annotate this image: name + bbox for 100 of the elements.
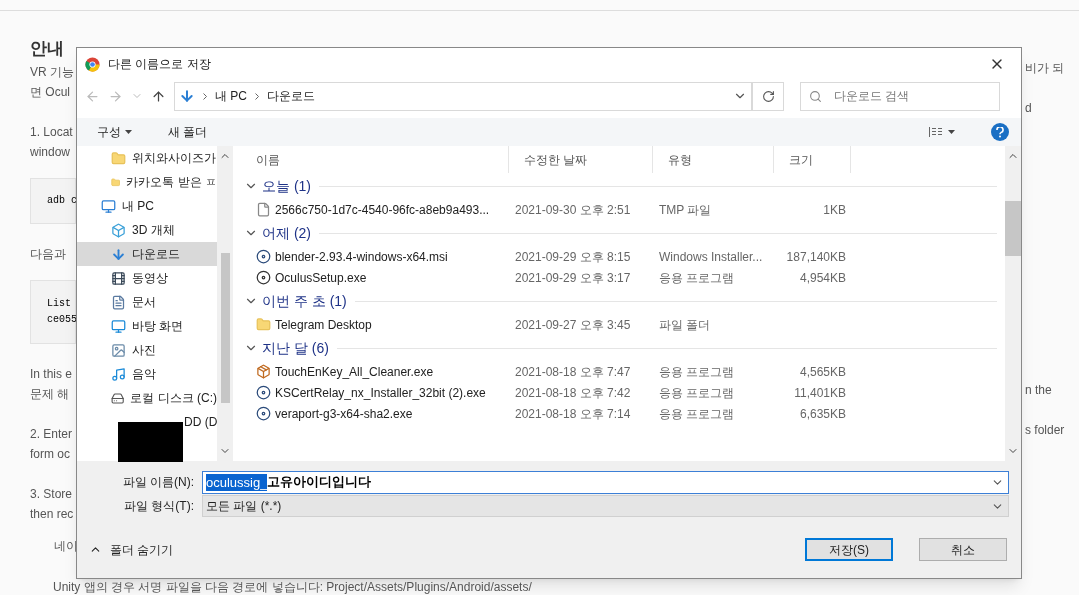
code-block: adb c	[30, 177, 76, 224]
address-bar[interactable]: 내 PC 다운로드	[174, 81, 752, 111]
chevron-right-icon	[203, 92, 207, 100]
page-text: n the	[1025, 382, 1053, 399]
column-header[interactable]: 이름	[241, 146, 509, 173]
file-icon	[256, 202, 271, 217]
file-size: 4,565KB	[798, 363, 847, 381]
page-text: 문제 해	[30, 385, 71, 403]
page-heading: 안내	[30, 38, 65, 60]
file-type: 응용 프로그램	[658, 405, 736, 423]
new-folder-button[interactable]: 새 폴더	[168, 123, 208, 141]
filetype-dropdown[interactable]: 모든 파일 (*.*)	[202, 495, 1009, 517]
question-mark-icon	[996, 126, 1004, 138]
column-header[interactable]: 크기	[774, 146, 851, 173]
page-text: In this e	[30, 365, 74, 383]
nav-item[interactable]: 내 PC	[77, 194, 217, 218]
nav-item[interactable]: 다운로드	[77, 242, 217, 266]
file-date: 2021-09-30 오후 2:51	[514, 201, 632, 219]
search-field[interactable]: 다운로드 검색	[800, 81, 1000, 111]
file-name[interactable]: OculusSetup.exe	[275, 268, 367, 287]
details-view-icon	[928, 126, 944, 138]
file-name[interactable]: TouchEnKey_All_Cleaner.exe	[275, 362, 434, 381]
picture-icon	[111, 342, 126, 358]
file-name[interactable]: 2566c750-1d7c-4540-96fc-a8eb9a493...	[275, 200, 490, 219]
redaction-block	[118, 422, 183, 462]
group-header: 지난 달 (6)	[262, 338, 329, 358]
file-date: 2021-09-29 오후 8:15	[514, 248, 632, 266]
page-text: window	[30, 143, 72, 161]
browser-logo-icon	[85, 56, 100, 72]
file-size: 4,954KB	[798, 269, 847, 287]
file-type: TMP 파일	[658, 201, 713, 219]
page-text: s folder	[1025, 422, 1066, 439]
file-date: 2021-08-18 오후 7:47	[514, 363, 632, 381]
scrollbar-thumb[interactable]	[220, 252, 230, 403]
installer-icon	[256, 406, 271, 421]
page-text: 다음과	[30, 245, 67, 263]
file-name[interactable]: Telegram Desktop	[275, 315, 372, 334]
file-type: 응용 프로그램	[658, 384, 736, 402]
scrollbar-thumb[interactable]	[1005, 201, 1021, 256]
page-text: Unity 앱의 경우 서명 파일을 다음 경로에 넣습니다: Project/Assets/Plugins/Android/assets/	[53, 579, 532, 595]
nav-item[interactable]: 사진	[77, 338, 217, 362]
caret-icon	[948, 130, 955, 134]
nav-item[interactable]: 동영상	[77, 266, 217, 290]
file-type: 응용 프로그램	[658, 269, 736, 287]
caret-icon	[125, 130, 132, 134]
help-button[interactable]	[991, 123, 1009, 141]
monitor-icon	[101, 198, 116, 214]
nav-item[interactable]: 바탕 화면	[77, 314, 217, 338]
code-block: List ce055	[30, 279, 76, 344]
scrollbar[interactable]	[1005, 146, 1021, 461]
breadcrumb-item[interactable]: 내 PC	[215, 87, 247, 105]
column-header[interactable]: 유형	[653, 146, 774, 173]
down-arrow-icon	[179, 88, 195, 104]
file-type: Windows Installer...	[658, 248, 764, 266]
down-arrow-icon	[111, 246, 126, 262]
refresh-icon	[761, 89, 775, 103]
file-type: 응용 프로그램	[658, 363, 736, 381]
file-size: 6,635KB	[798, 405, 847, 423]
nav-item[interactable]: 3D 개체	[77, 218, 217, 242]
nav-item[interactable]: 문서	[77, 290, 217, 314]
column-header[interactable]: 수정한 날짜	[509, 146, 653, 173]
dialog-button[interactable]: 저장(S)	[805, 538, 893, 561]
nav-item[interactable]: 음악	[77, 362, 217, 386]
app-icon	[256, 270, 271, 285]
page-text: 네이	[53, 537, 76, 555]
file-size: 11,401KB	[793, 384, 847, 402]
folder-icon	[256, 317, 271, 332]
breadcrumb-item[interactable]: 다운로드	[267, 87, 315, 105]
dialog-button[interactable]: 취소	[919, 538, 1007, 561]
view-options-button[interactable]	[928, 126, 955, 138]
page-text: 1. Locat	[30, 123, 74, 141]
file-date: 2021-09-27 오후 3:45	[514, 316, 632, 334]
cube-icon	[111, 222, 126, 238]
right-arrow-icon	[108, 88, 123, 104]
page-text: 2. Enter	[30, 425, 74, 443]
group-header: 오늘 (1)	[262, 176, 311, 196]
hide-folders-button[interactable]: 폴더 숨기기	[89, 540, 174, 559]
page-text: 비가 되	[1025, 60, 1066, 77]
group-header: 어제 (2)	[262, 223, 311, 243]
file-name[interactable]: KSCertRelay_nx_Installer_32bit (2).exe	[275, 383, 486, 402]
file-name[interactable]: veraport-g3-x64-sha2.exe	[275, 404, 413, 423]
organize-button[interactable]: 구성	[97, 123, 132, 141]
document-icon	[111, 294, 126, 310]
file-type: 파일 폴더	[658, 316, 712, 334]
page-text: 면 Ocul	[30, 83, 71, 101]
field-label: 파일 이름(N):	[121, 474, 195, 491]
page-text: then rec	[30, 505, 75, 523]
file-name[interactable]: blender-2.93.4-windows-x64.msi	[275, 247, 448, 266]
up-button[interactable]	[151, 88, 166, 104]
nav-item[interactable]: DD (D	[184, 410, 217, 434]
file-size: 1KB	[822, 201, 847, 219]
page-text: VR 기능	[30, 63, 75, 81]
scrollbar[interactable]	[217, 146, 233, 461]
nav-item[interactable]: 위치와사이즈가	[77, 146, 217, 170]
page-text: 3. Store	[30, 485, 74, 503]
page-text: form oc	[30, 445, 71, 463]
nav-item[interactable]: 로컬 디스크 (C:)	[77, 386, 217, 410]
installer-icon	[256, 385, 271, 400]
refresh-button[interactable]	[752, 81, 784, 111]
nav-item[interactable]: 카카오톡 받은 ㅍ	[77, 170, 217, 194]
